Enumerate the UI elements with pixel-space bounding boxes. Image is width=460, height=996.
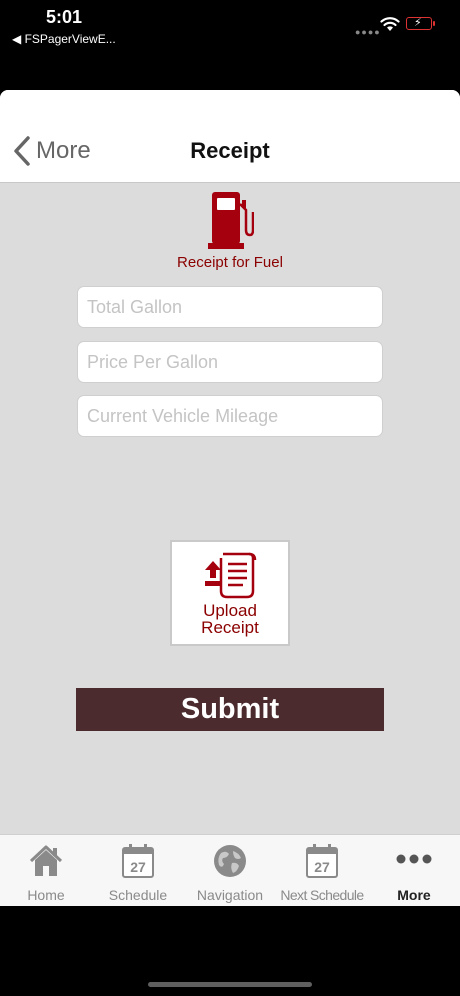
total-gallon-input[interactable]	[78, 287, 382, 327]
more-icon	[396, 854, 432, 864]
status-time: 5:01	[46, 7, 83, 27]
tab-next-schedule[interactable]: 27 Next Schedule	[276, 835, 368, 906]
page-title: Receipt	[190, 138, 270, 163]
receipt-form: Receipt for Fuel Upload Receipt Submit	[0, 182, 460, 834]
upload-receipt-button[interactable]: Upload Receipt	[170, 540, 290, 646]
vehicle-mileage-input[interactable]	[78, 396, 382, 436]
tab-next-schedule-label: Next Schedule	[280, 887, 364, 903]
tab-home[interactable]: Home	[0, 835, 92, 906]
tab-navigation[interactable]: Navigation	[184, 835, 276, 906]
tab-home-label: Home	[27, 887, 65, 903]
vehicle-mileage-field	[77, 395, 383, 437]
tab-bar: Home 27 Schedule Navigation 27 Next Sche…	[0, 834, 460, 906]
price-per-gallon-field	[77, 341, 383, 383]
calendar-day: 27	[314, 859, 330, 875]
tab-schedule-label: Schedule	[108, 887, 168, 903]
home-icon	[29, 845, 63, 876]
calendar-day: 27	[130, 859, 146, 875]
tab-more-label: More	[397, 887, 431, 903]
total-gallon-field	[77, 286, 383, 328]
tab-schedule[interactable]: 27 Schedule	[92, 835, 184, 906]
tab-navigation-label: Navigation	[196, 887, 264, 903]
cellular-signal-icon: ●●●●	[355, 27, 381, 37]
home-indicator[interactable]	[148, 982, 312, 987]
globe-icon	[214, 845, 246, 877]
status-bar: 5:01 ◀ FSPagerViewE... ●●●● ⚡	[0, 0, 460, 90]
navigation-bar: More Receipt	[0, 90, 460, 183]
back-to-app-link[interactable]: ◀ FSPagerViewE...	[12, 32, 116, 46]
receipt-caption: Receipt for Fuel	[177, 254, 283, 271]
calendar-icon: 27	[122, 844, 154, 878]
fuel-pump-icon	[208, 192, 254, 249]
price-per-gallon-input[interactable]	[78, 342, 382, 382]
calendar-icon: 27	[306, 844, 338, 878]
upload-receipt-label: Upload Receipt	[201, 601, 259, 637]
tab-more[interactable]: More	[368, 835, 460, 906]
app-screen: More Receipt Receipt for Fuel Total Gall…	[0, 90, 460, 906]
battery-icon: ⚡	[406, 17, 435, 30]
upload-document-icon	[205, 552, 257, 599]
submit-button[interactable]: Submit	[76, 688, 384, 731]
wifi-icon	[380, 17, 400, 31]
